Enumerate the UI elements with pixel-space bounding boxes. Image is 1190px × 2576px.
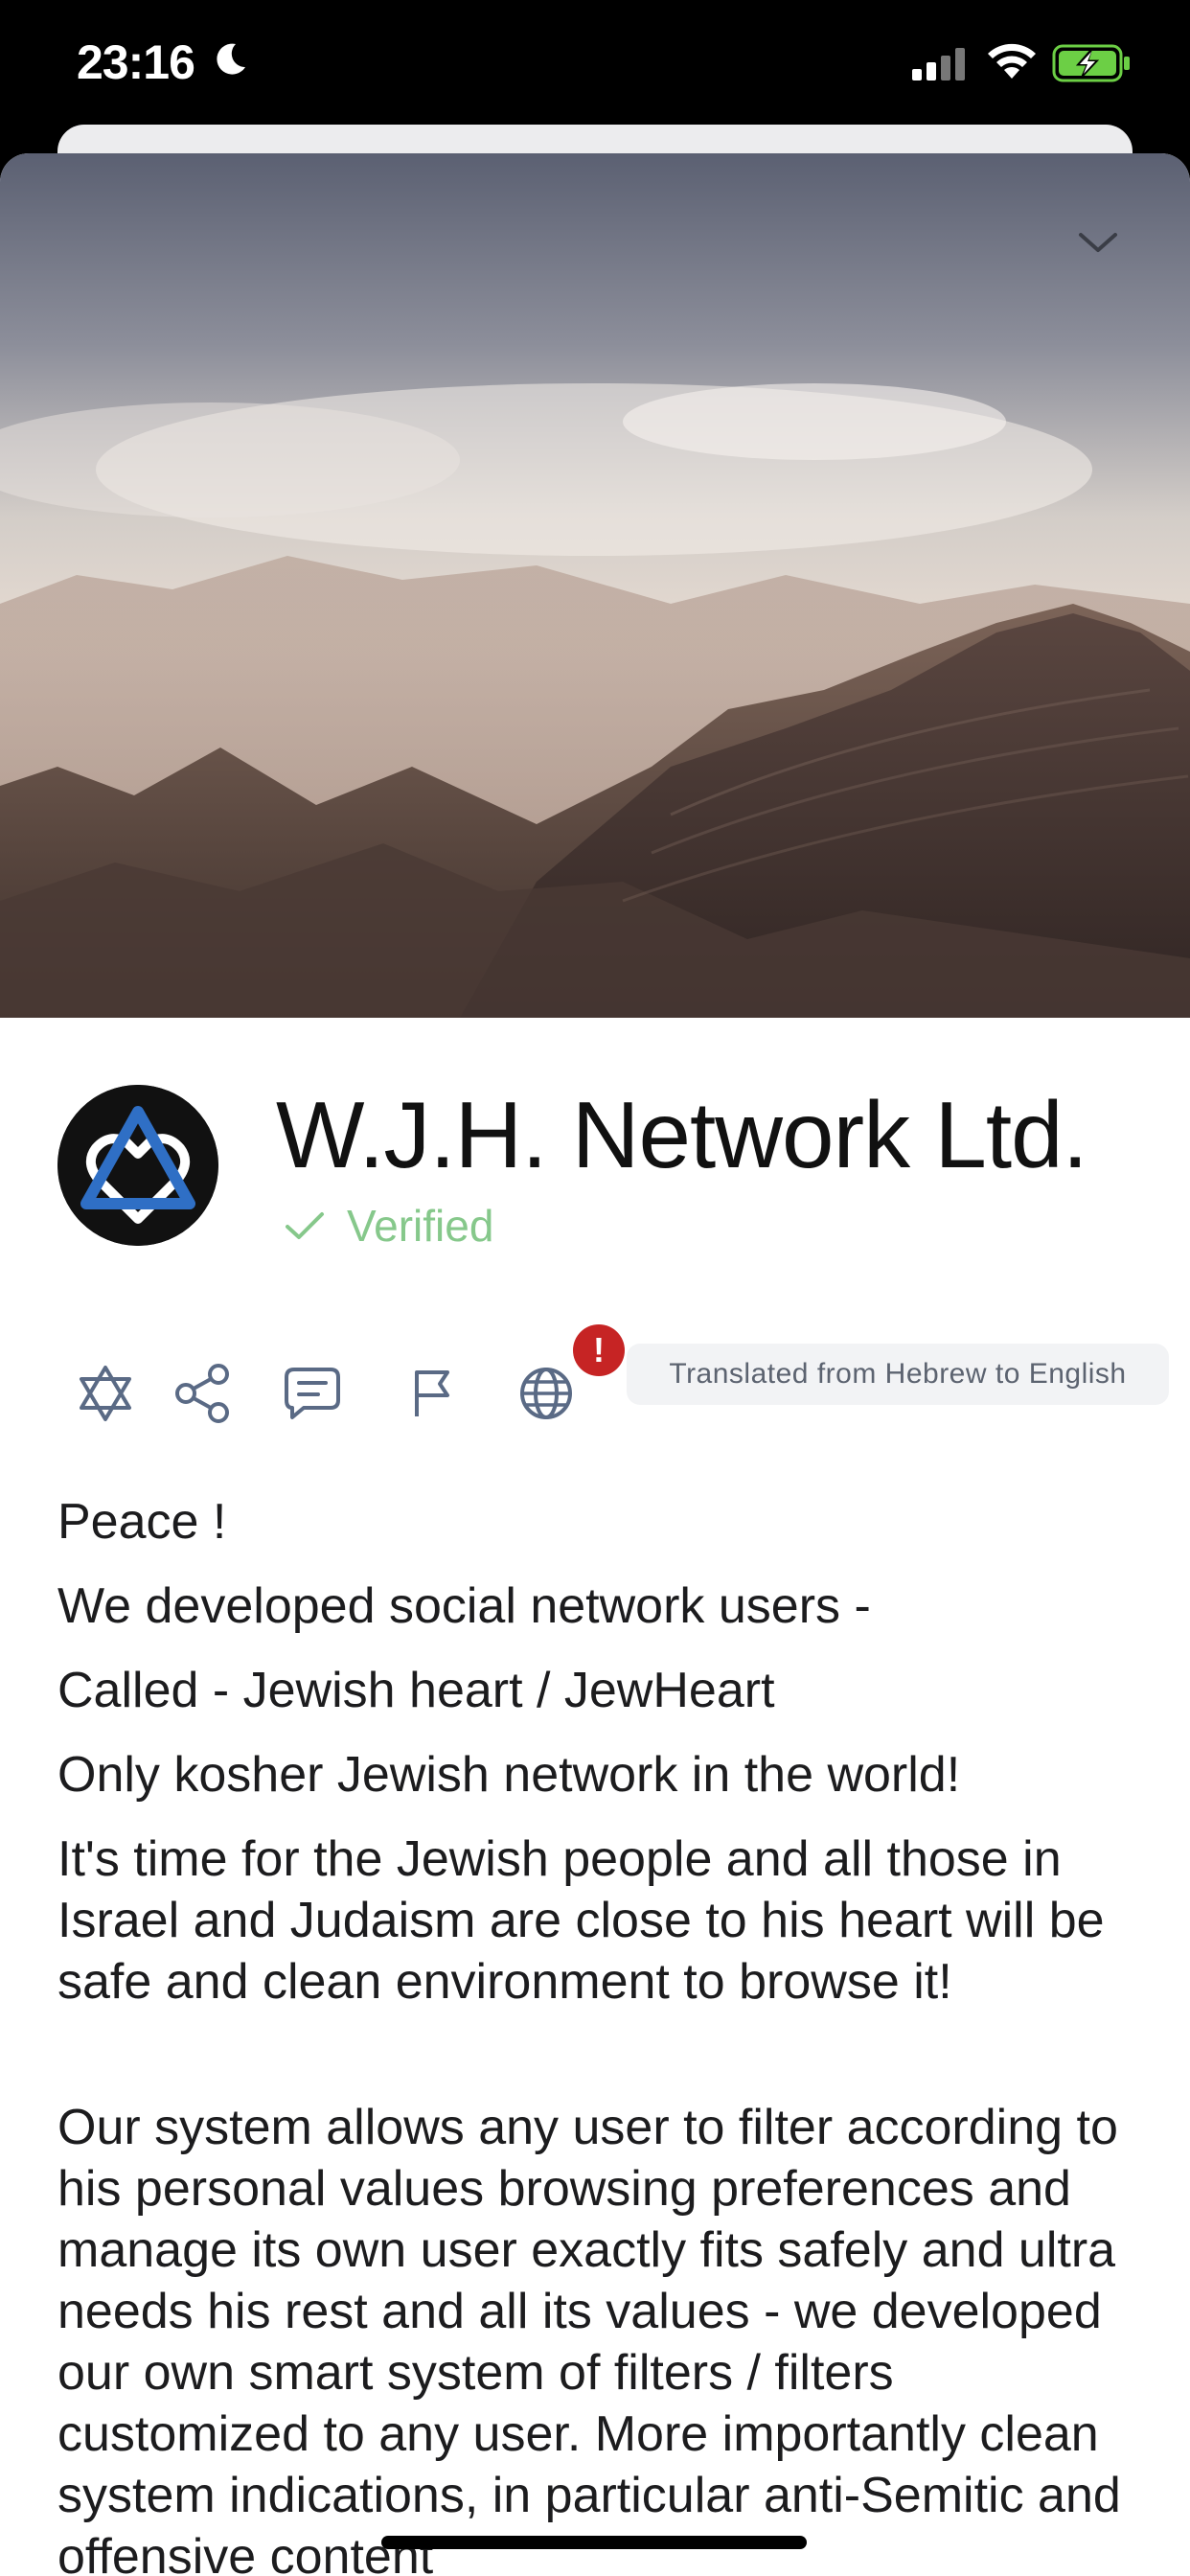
profile-sheet: W.J.H. Network Ltd. Verified ! Translate…: [0, 153, 1190, 2576]
moon-icon: [217, 43, 245, 75]
status-time: 23:16: [77, 35, 195, 89]
collapse-button[interactable]: [1071, 217, 1125, 270]
description-paragraph: Only kosher Jewish network in the world!: [57, 1747, 961, 1803]
description-paragraph: Called - Jewish heart / JewHeart: [57, 1663, 775, 1718]
verified-badge: Verified: [284, 1200, 493, 1252]
alert-badge: !: [573, 1324, 625, 1376]
battery-charging-icon: [1052, 44, 1130, 82]
description-paragraph: Our system allows any user to filter acc…: [57, 2100, 1121, 2576]
check-icon: [286, 1212, 324, 1239]
translate-button[interactable]: [510, 1357, 583, 1430]
wifi-icon: [988, 43, 1036, 79]
star-of-david-icon: [80, 1366, 131, 1421]
flag-icon: [415, 1370, 449, 1416]
jewish-star-button[interactable]: [69, 1357, 142, 1430]
jewheart-logo-icon: [57, 1085, 218, 1246]
share-icon: [175, 1364, 229, 1423]
home-indicator[interactable]: [381, 2536, 807, 2549]
message-button[interactable]: [276, 1357, 349, 1430]
chat-icon: [285, 1368, 340, 1419]
globe-icon: [520, 1368, 572, 1419]
description-paragraph: We developed social network users -: [57, 1578, 871, 1634]
status-bar: 23:16: [0, 0, 1190, 126]
description-paragraph: Peace !: [57, 1494, 227, 1550]
share-button[interactable]: [167, 1357, 240, 1430]
avatar[interactable]: [57, 1085, 218, 1246]
report-button[interactable]: [397, 1357, 469, 1430]
signal-icon: [912, 48, 965, 80]
description: Peace ! We developed social network user…: [57, 1491, 1140, 2576]
translation-note[interactable]: Translated from Hebrew to English: [627, 1344, 1169, 1405]
verified-label: Verified: [347, 1201, 494, 1251]
description-paragraph: It's time for the Jewish people and all …: [57, 1831, 1105, 2010]
org-name: W.J.H. Network Ltd.: [276, 1082, 1088, 1187]
cover-image: [0, 153, 1190, 1018]
chevron-down-icon: [1079, 233, 1117, 252]
